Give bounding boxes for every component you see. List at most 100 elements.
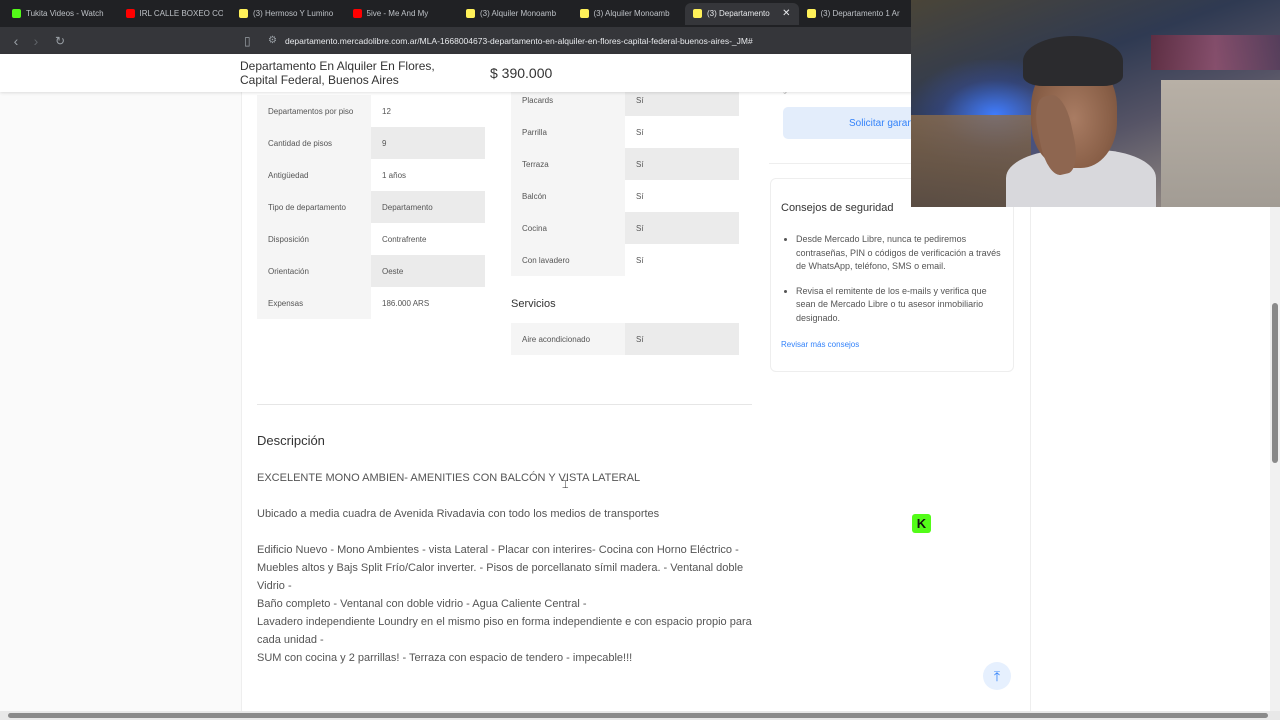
site-info-icon[interactable]: ⚙ (268, 35, 277, 46)
kick-icon: K (912, 514, 931, 533)
tab-close-icon[interactable]: ✕ (782, 8, 790, 19)
browser-tab[interactable]: IRL CALLE BOXEO CON (118, 3, 232, 25)
spec-row: Tipo de departamento Departamento (257, 191, 485, 223)
spec-value: Departamento (371, 191, 485, 223)
horizontal-scroll-thumb[interactable] (8, 713, 1268, 718)
specs-table-right: Placards Sí Parrilla Sí Terraza Sí Balcón Sí Coc… (511, 84, 739, 276)
listing-title: Departamento En Alquiler En Flores, Capi… (240, 59, 435, 87)
solicitar-garantia-button[interactable]: Solicitar garantía (783, 107, 923, 139)
browser-tab[interactable]: (3) Hermoso Y Lumino (231, 3, 345, 25)
consejos-card: Consejos de seguridad Desde Mercado Libr… (770, 178, 1014, 372)
consejos-title: Consejos de seguridad (781, 202, 894, 214)
spec-label: Balcón (511, 180, 625, 212)
mouse-cursor-icon: ⌶ (562, 479, 569, 491)
page-gutter (0, 92, 241, 712)
spec-label: Cantidad de pisos (257, 127, 371, 159)
spec-label: Departamentos por piso (257, 95, 371, 127)
spec-label: Con lavadero (511, 244, 625, 276)
spec-row: Con lavadero Sí (511, 244, 739, 276)
vertical-scroll-thumb[interactable] (1272, 303, 1278, 463)
desc-line: Lavadero independiente Loundry en el mis… (257, 616, 752, 646)
browser-tab[interactable]: 5ive - Me And My (345, 3, 459, 25)
tab-favicon-icon (352, 9, 362, 18)
listing-price: $ 390.000 (490, 65, 553, 81)
spec-label: Cocina (511, 212, 625, 244)
spec-value: Sí (625, 116, 739, 148)
scroll-to-top-button[interactable]: ⤒ (983, 662, 1011, 690)
tab-title: (3) Alquiler Monoamb (480, 9, 557, 18)
consejos-list: Desde Mercado Libre, nunca te pediremos … (796, 233, 1006, 336)
desc-line: Ubicado a media cuadra de Avenida Rivada… (257, 508, 660, 520)
tab-title: Tukita Videos - Watch (26, 9, 104, 18)
webcam-shelf (1151, 35, 1280, 70)
spec-row: Terraza Sí (511, 148, 739, 180)
tab-title: (3) Hermoso Y Lumino (253, 9, 334, 18)
tab-favicon-icon (12, 9, 21, 18)
spec-value: Sí (625, 212, 739, 244)
browser-toolbar: ‹ › ↻ ▯ ⚙ departamento.mercadolibre.com.… (0, 27, 912, 54)
spec-label: Aire acondicionado (511, 323, 625, 355)
tab-title: (3) Departamento (707, 9, 770, 18)
reload-icon[interactable]: ↻ (50, 31, 70, 51)
spec-row: Departamentos por piso 12 (257, 95, 485, 127)
spec-row: Balcón Sí (511, 180, 739, 212)
webcam-overlay (911, 0, 1280, 207)
consejo-item: Desde Mercado Libre, nunca te pediremos … (796, 233, 1006, 274)
spec-value: 12 (371, 95, 485, 127)
servicios-table: Aire acondicionado Sí (511, 323, 739, 355)
spec-row: Expensas 186.000 ARS (257, 287, 485, 319)
url-text[interactable]: departamento.mercadolibre.com.ar/MLA-166… (285, 36, 753, 46)
spec-label: Antigüedad (257, 159, 371, 191)
back-icon[interactable]: ‹ (6, 31, 26, 51)
desc-line: Edificio Nuevo - Mono Ambientes - vista … (257, 544, 739, 556)
browser-tab[interactable]: (3) Departamento ✕ (685, 2, 799, 25)
consejo-item: Revisa el remitente de los e-mails y ver… (796, 285, 1006, 326)
tab-title: IRL CALLE BOXEO CON (139, 9, 224, 18)
desc-line: Baño completo - Ventanal con doble vidri… (257, 598, 587, 610)
spec-value: Sí (625, 244, 739, 276)
spec-label: Parrilla (511, 116, 625, 148)
spec-row: Parrilla Sí (511, 116, 739, 148)
spec-value: Sí (625, 148, 739, 180)
browser-tab[interactable]: Tukita Videos - Watch (4, 3, 118, 25)
browser-tab[interactable]: (3) Alquiler Monoamb (458, 3, 572, 25)
horizontal-scrollbar[interactable] (0, 711, 1280, 720)
section-divider (257, 404, 752, 405)
spec-row: Cantidad de pisos 9 (257, 127, 485, 159)
tab-favicon-icon (466, 9, 475, 18)
bookmark-icon[interactable]: ▯ (244, 34, 260, 48)
servicios-heading: Servicios (511, 298, 556, 310)
browser-tab-bar: Tukita Videos - Watch IRL CALLE BOXEO CON… (0, 0, 912, 27)
tab-favicon-icon (806, 9, 816, 18)
spec-value: 1 años (371, 159, 485, 191)
sticky-header: Departamento En Alquiler En Flores, Capi… (0, 54, 912, 92)
browser-tab[interactable]: (3) Alquiler Monoamb (572, 3, 686, 25)
spec-row: Aire acondicionado Sí (511, 323, 739, 355)
address-bar[interactable]: ▯ ⚙ departamento.mercadolibre.com.ar/MLA… (244, 30, 908, 51)
tab-favicon-icon (239, 9, 248, 18)
specs-table-left: Departamentos por piso 12 Cantidad de piso… (257, 95, 485, 319)
spec-value: Oeste (371, 255, 485, 287)
spec-row: Antigüedad 1 años (257, 159, 485, 191)
vertical-scrollbar[interactable] (1270, 207, 1280, 712)
spec-row: Disposición Contrafrente (257, 223, 485, 255)
tab-title: (3) Departamento 1 Ar (820, 9, 900, 18)
spec-label: Tipo de departamento (257, 191, 371, 223)
descripcion-body: EXCELENTE MONO AMBIEN- AMENITIES CON BAL… (257, 469, 757, 667)
forward-icon[interactable]: › (26, 31, 46, 51)
tab-title: (3) Alquiler Monoamb (593, 9, 670, 18)
spec-label: Terraza (511, 148, 625, 180)
spec-value: Sí (625, 180, 739, 212)
browser-tab[interactable]: (3) Departamento 1 Ar (799, 3, 913, 25)
desc-line: SUM con cocina y 2 parrillas! - Terraza … (257, 652, 633, 664)
desc-line: EXCELENTE MONO AMBIEN- AMENITIES CON BAL… (257, 472, 641, 484)
spec-row: Cocina Sí (511, 212, 739, 244)
revisar-consejos-link[interactable]: Revisar más consejos (781, 340, 859, 349)
webcam-person-cap (1023, 36, 1123, 86)
descripcion-heading: Descripción (257, 433, 325, 448)
spec-value: Contrafrente (371, 223, 485, 255)
spec-row: Orientación Oeste (257, 255, 485, 287)
spec-label: Disposición (257, 223, 371, 255)
spec-label: Orientación (257, 255, 371, 287)
tab-title: 5ive - Me And My (366, 9, 429, 18)
